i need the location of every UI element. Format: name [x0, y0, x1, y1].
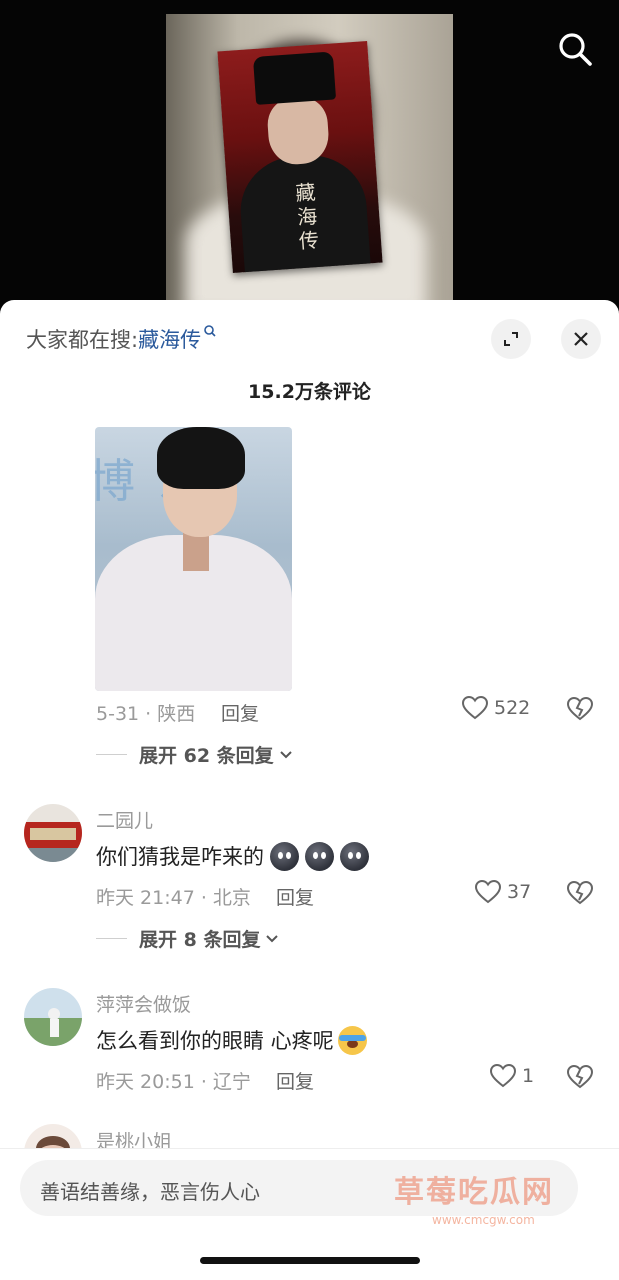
trending-search-keyword[interactable]: 藏海传 — [138, 328, 201, 352]
comment-username[interactable]: 二园儿 — [96, 806, 153, 833]
chevron-down-icon — [279, 750, 292, 758]
comment-count: 15.2万条评论 — [248, 381, 371, 403]
avatar[interactable] — [24, 804, 82, 862]
expand-replies-button[interactable]: 展开 62 条回复 — [96, 741, 294, 768]
video-player[interactable]: 藏海传 — [0, 0, 619, 310]
emoji-icon — [305, 841, 334, 871]
expand-sheet-button[interactable] — [491, 319, 531, 359]
reply-button[interactable]: 回复 — [276, 1067, 314, 1094]
like-count: 1 — [522, 1065, 535, 1087]
expand-replies-button[interactable]: 展开 8 条回复 — [96, 925, 280, 952]
watermark-url: www.cmcgw.com — [432, 1213, 535, 1227]
comment-input-bar: 善语结善缘，恶言伤人心 草莓吃瓜网 www.cmcgw.com — [0, 1148, 619, 1280]
small-search-icon — [204, 325, 216, 337]
close-icon — [574, 332, 588, 346]
dislike-button[interactable] — [566, 1064, 594, 1093]
expand-icon — [504, 332, 518, 346]
dislike-button[interactable] — [566, 696, 594, 725]
heart-icon — [490, 1064, 516, 1088]
comments-sheet: 大家都在搜:藏海传 15.2万条评论 博乐 5-31 · 陕西 回复 522 展… — [0, 300, 619, 1280]
crying-emoji-icon — [337, 1025, 367, 1055]
comment-text: 怎么看到你的眼睛 心疼呢 — [96, 1025, 367, 1055]
comment-meta: 5-31 · 陕西 — [96, 703, 196, 725]
watermark: 草莓吃瓜网 — [394, 1175, 554, 1210]
dislike-button[interactable] — [566, 880, 594, 909]
broken-heart-icon — [566, 696, 594, 721]
like-count: 37 — [507, 881, 532, 903]
reply-button[interactable]: 回复 — [276, 883, 314, 910]
comment-input-placeholder: 善语结善缘，恶言伤人心 — [40, 1180, 260, 1204]
trending-search[interactable]: 大家都在搜:藏海传 — [26, 324, 217, 354]
emoji-icon — [270, 841, 299, 871]
like-count: 522 — [494, 697, 531, 719]
comment-meta: 昨天 21:47 · 北京 — [96, 887, 251, 909]
like-button[interactable]: 522 — [462, 696, 530, 720]
comment-image[interactable]: 博乐 — [95, 427, 292, 691]
like-button[interactable]: 1 — [490, 1064, 534, 1088]
heart-icon — [462, 696, 488, 720]
comment-username[interactable]: 萍萍会做饭 — [96, 990, 191, 1017]
trending-search-prefix: 大家都在搜: — [26, 328, 139, 352]
reply-button[interactable]: 回复 — [221, 699, 259, 726]
like-button[interactable]: 37 — [475, 880, 531, 904]
drama-poster: 藏海传 — [217, 41, 383, 273]
search-button[interactable] — [553, 27, 597, 71]
chevron-down-icon — [266, 934, 279, 942]
close-button[interactable] — [561, 319, 601, 359]
expand-replies-label: 展开 62 条回复 — [139, 745, 274, 767]
heart-icon — [475, 880, 501, 904]
search-icon — [559, 33, 592, 66]
comment-meta: 昨天 20:51 · 辽宁 — [96, 1071, 251, 1093]
home-indicator[interactable] — [200, 1257, 420, 1264]
comment-text: 你们猜我是咋来的 — [96, 841, 369, 871]
avatar[interactable] — [24, 988, 82, 1046]
broken-heart-icon — [566, 1064, 594, 1089]
expand-replies-label: 展开 8 条回复 — [139, 929, 261, 951]
broken-heart-icon — [566, 880, 594, 905]
emoji-icon — [340, 841, 369, 871]
